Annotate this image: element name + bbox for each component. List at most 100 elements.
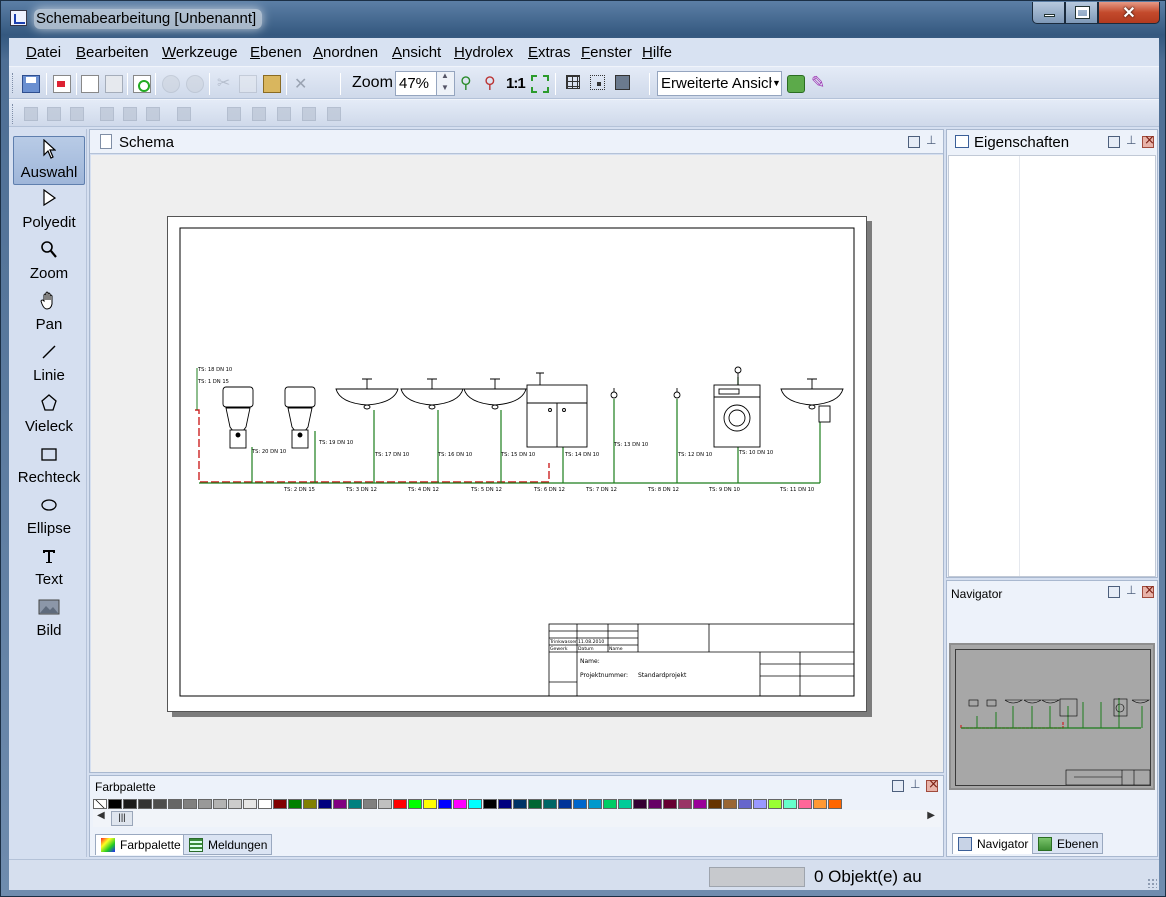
copy-icon[interactable] [239, 75, 257, 93]
color-swatch[interactable] [228, 799, 242, 809]
view-mode-select[interactable]: Erweiterte Ansicht [657, 71, 782, 96]
tool-zoom[interactable]: Zoom [13, 238, 85, 287]
color-swatch[interactable] [678, 799, 692, 809]
drawing-canvas[interactable]: TS: 18 DN 10 TS: 1 DN 15 TS: 20 DN 10 TS… [91, 155, 943, 772]
color-swatch[interactable] [468, 799, 482, 809]
pin-icon[interactable] [909, 777, 921, 792]
restore-pane-icon[interactable] [1108, 136, 1120, 148]
edit-pen-icon[interactable] [810, 73, 828, 93]
zoom-out-icon[interactable] [483, 73, 501, 93]
pin-icon[interactable] [1125, 583, 1137, 598]
align-right-icon[interactable] [70, 107, 84, 121]
zoom-spinner[interactable] [436, 71, 454, 95]
rotate-left-icon[interactable] [227, 107, 241, 121]
color-swatch[interactable] [828, 799, 842, 809]
zoom-1-to-1-button[interactable]: 1:1 [506, 75, 526, 92]
column-divider[interactable] [1019, 156, 1020, 576]
pin-icon[interactable] [925, 133, 937, 148]
align-center-icon[interactable] [47, 107, 61, 121]
color-swatch[interactable] [183, 799, 197, 809]
properties-grid[interactable] [948, 155, 1156, 577]
apply-view-icon[interactable] [787, 75, 805, 93]
title-bar[interactable]: Schemabearbeitung [Unbenannt] ✕ [1, 1, 1165, 35]
color-swatch[interactable] [498, 799, 512, 809]
color-swatch[interactable] [513, 799, 527, 809]
grid-icon[interactable] [566, 75, 580, 89]
color-swatch[interactable] [558, 799, 572, 809]
color-swatch[interactable] [543, 799, 557, 809]
print-preview-icon[interactable] [81, 75, 99, 93]
toolbar-grip[interactable] [12, 73, 15, 93]
group-icon[interactable] [177, 107, 191, 121]
tool-linie[interactable]: Linie [13, 340, 85, 389]
color-swatch[interactable] [288, 799, 302, 809]
color-swatch[interactable] [123, 799, 137, 809]
menu-datei[interactable]: Datei [26, 44, 61, 61]
menu-hydrolex[interactable]: Hydrolex [454, 44, 513, 61]
color-swatch[interactable] [648, 799, 662, 809]
menu-hilfe[interactable]: Hilfe [642, 44, 672, 61]
zoom-field[interactable]: 47% [395, 71, 455, 96]
tab-meldungen[interactable]: Meldungen [183, 834, 273, 855]
close-pane-icon[interactable] [1142, 133, 1155, 148]
tool-vieleck[interactable]: Vieleck [13, 391, 85, 440]
tool-text[interactable]: Text [13, 544, 85, 593]
flip-vertical-icon[interactable] [277, 107, 291, 121]
rotate-free-icon[interactable] [327, 107, 341, 121]
app-icon[interactable] [10, 10, 27, 26]
tab-navigator[interactable]: Navigator [952, 833, 1034, 854]
color-swatch[interactable] [663, 799, 677, 809]
color-swatch[interactable] [423, 799, 437, 809]
tool-rechteck[interactable]: Rechteck [13, 442, 85, 491]
menu-bearbeiten[interactable]: Bearbeiten [76, 44, 149, 61]
color-swatch[interactable] [438, 799, 452, 809]
undo-icon[interactable] [162, 75, 180, 93]
minimize-button[interactable] [1032, 2, 1065, 24]
zoom-fit-icon[interactable] [531, 75, 549, 93]
color-swatch[interactable] [108, 799, 122, 809]
color-swatch[interactable] [138, 799, 152, 809]
tool-bild[interactable]: Bild [13, 595, 85, 644]
color-swatch[interactable] [738, 799, 752, 809]
menu-anordnen[interactable]: Anordnen [313, 44, 378, 61]
color-swatch[interactable] [93, 799, 107, 809]
color-swatch[interactable] [213, 799, 227, 809]
tool-polyedit[interactable]: Polyedit [13, 187, 85, 236]
color-swatch[interactable] [348, 799, 362, 809]
delete-icon[interactable] [292, 74, 310, 93]
color-swatch[interactable] [258, 799, 272, 809]
cut-icon[interactable] [216, 73, 234, 93]
snap-icon[interactable] [590, 75, 605, 90]
color-swatch[interactable] [573, 799, 587, 809]
print-icon[interactable] [105, 75, 123, 93]
save-icon[interactable] [22, 75, 40, 93]
align-top-icon[interactable] [100, 107, 114, 121]
color-swatch[interactable] [378, 799, 392, 809]
color-swatch[interactable] [798, 799, 812, 809]
scroll-right-icon[interactable]: ▶ [927, 810, 935, 821]
flip-horizontal-icon[interactable] [302, 107, 316, 121]
color-swatch[interactable] [153, 799, 167, 809]
tab-ebenen[interactable]: Ebenen [1032, 833, 1104, 854]
color-swatch[interactable] [753, 799, 767, 809]
restore-pane-icon[interactable] [1108, 586, 1120, 598]
color-swatch[interactable] [588, 799, 602, 809]
color-swatch[interactable] [363, 799, 377, 809]
color-swatch[interactable] [318, 799, 332, 809]
menu-extras[interactable]: Extras [528, 44, 571, 61]
navigator-preview[interactable] [949, 643, 1155, 790]
restore-pane-icon[interactable] [908, 136, 920, 148]
align-left-icon[interactable] [24, 107, 38, 121]
close-pane-icon[interactable] [926, 777, 939, 792]
color-swatch[interactable] [408, 799, 422, 809]
tool-pan[interactable]: Pan [13, 289, 85, 338]
color-swatch[interactable] [618, 799, 632, 809]
color-swatch[interactable] [813, 799, 827, 809]
close-button[interactable]: ✕ [1098, 2, 1160, 24]
refresh-doc-icon[interactable] [133, 75, 151, 93]
color-swatch[interactable] [603, 799, 617, 809]
menu-ansicht[interactable]: Ansicht [392, 44, 441, 61]
color-swatch[interactable] [303, 799, 317, 809]
maximize-button[interactable] [1065, 2, 1098, 24]
color-swatch[interactable] [243, 799, 257, 809]
